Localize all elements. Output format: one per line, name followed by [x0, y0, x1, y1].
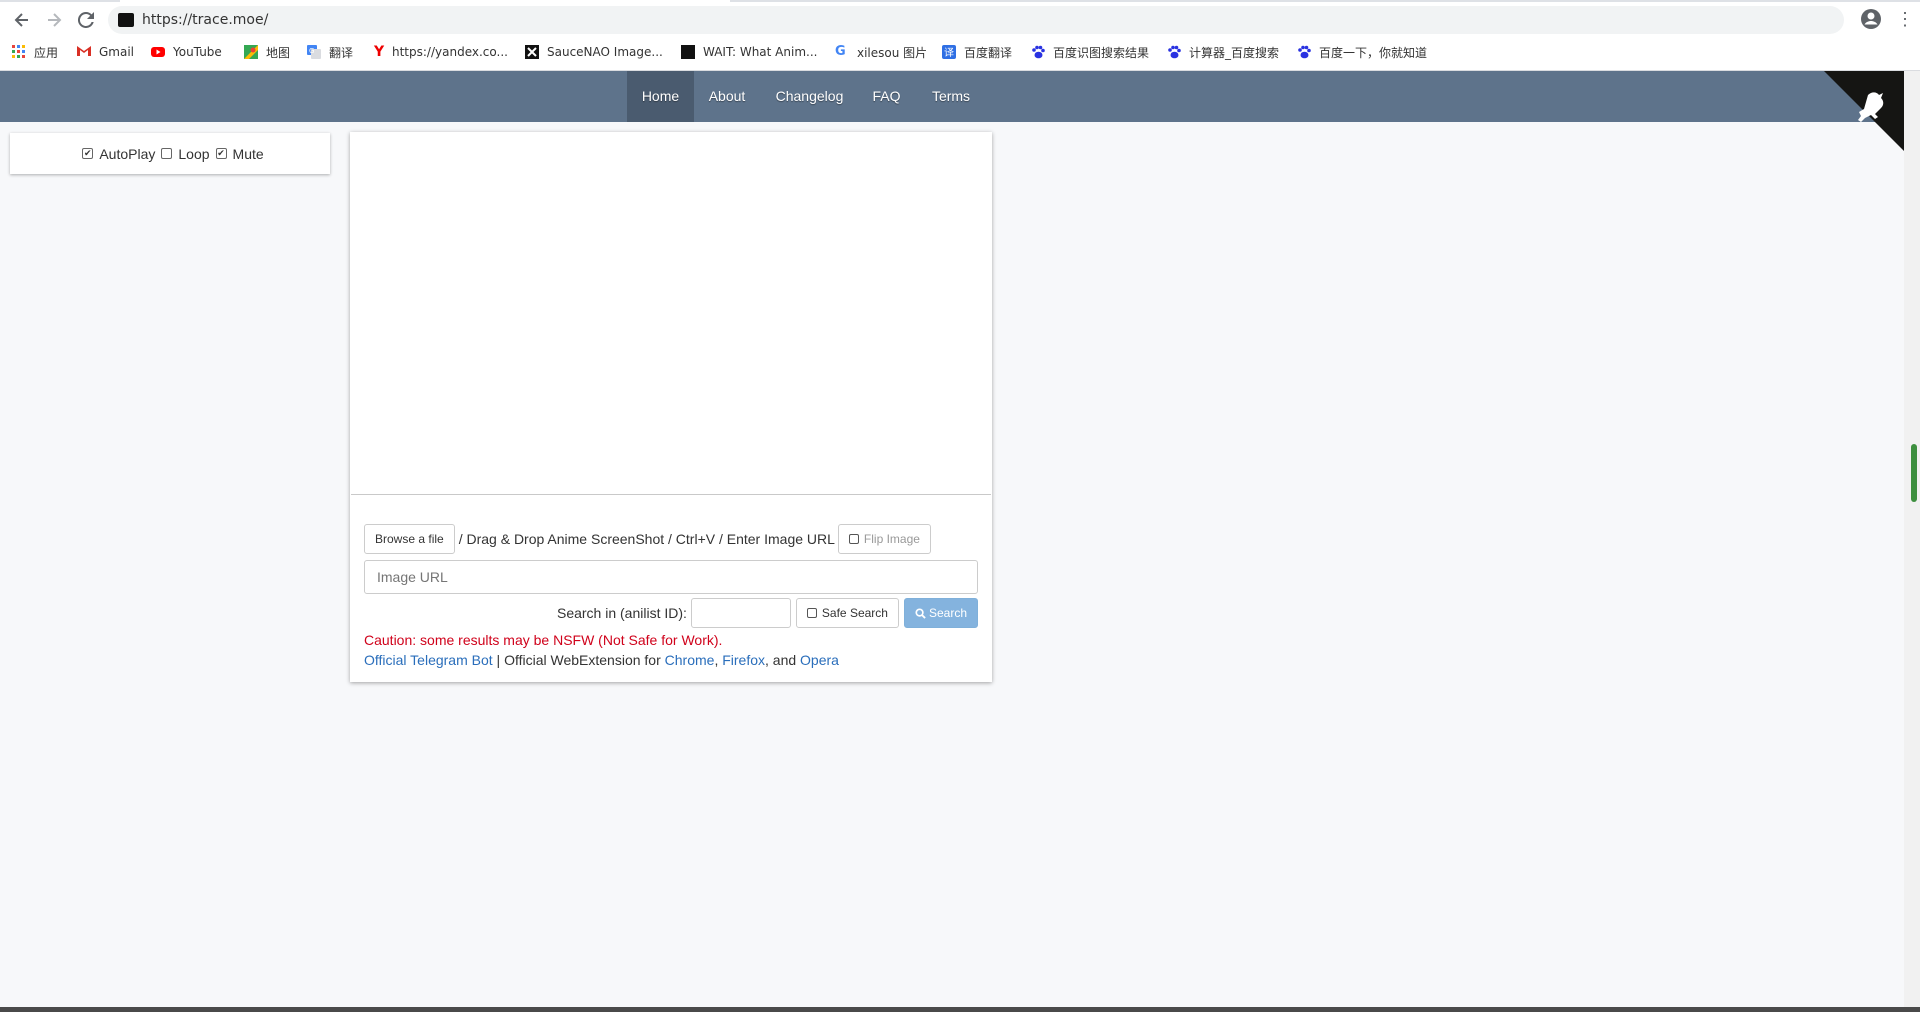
baidu-fanyi-icon: 译	[942, 45, 956, 59]
browser-toolbar: https://trace.moe/ ⋮ 应用 Gmail YouTube 地图…	[0, 0, 1920, 71]
search-card: Browse a file / Drag & Drop Anime Screen…	[350, 132, 992, 682]
browse-file-button[interactable]: Browse a file	[364, 524, 455, 554]
address-bar[interactable]: https://trace.moe/	[108, 6, 1844, 34]
bookmark-label: Gmail	[99, 45, 135, 59]
github-corner-icon[interactable]	[1824, 71, 1904, 151]
bookmark-translate[interactable]: G 翻译	[307, 42, 353, 62]
taskbar-edge	[0, 1007, 1920, 1012]
bookmark-saucenao[interactable]: SauceNAO Image...	[525, 42, 663, 62]
upload-instructions: / Drag & Drop Anime ScreenShot / Ctrl+V …	[458, 531, 835, 547]
scrollbar-thumb[interactable]	[1911, 444, 1917, 502]
yandex-icon: Y	[374, 44, 385, 60]
bookmark-wait[interactable]: WAIT: What Anim...	[681, 42, 817, 62]
image-url-input[interactable]	[364, 560, 978, 594]
svg-text:译: 译	[944, 47, 954, 59]
wait-icon	[681, 45, 695, 59]
player-options-panel: ✔ AutoPlay Loop ✔ Mute	[10, 133, 330, 174]
bookmark-label: xilesou 图片	[857, 45, 928, 60]
safe-search-label: Safe Search	[821, 606, 888, 620]
profile-icon[interactable]	[1860, 8, 1882, 30]
search-button[interactable]: Search	[903, 598, 978, 628]
forward-icon[interactable]	[42, 8, 66, 32]
search-icon	[915, 607, 926, 619]
saucenao-icon	[525, 45, 539, 59]
mute-label: Mute	[232, 145, 264, 162]
nav-home[interactable]: Home	[627, 71, 694, 122]
separator-and: , and	[765, 652, 801, 668]
anilist-label: Search in (anilist ID):	[556, 605, 687, 621]
firefox-link[interactable]: Firefox	[722, 652, 765, 668]
extension-links: Official Telegram Bot | Official WebExte…	[364, 652, 839, 668]
bookmark-label: 地图	[266, 45, 291, 60]
google-icon: G	[835, 44, 846, 59]
nsfw-caution: Caution: some results may be NSFW (Not S…	[364, 632, 723, 648]
bookmark-label: https://yandex.co...	[392, 45, 508, 59]
safe-search-checkbox-icon	[806, 608, 817, 618]
flip-label: Flip Image	[863, 532, 920, 546]
translate-icon: G	[307, 45, 321, 59]
search-options-row: Search in (anilist ID): Safe Search Sear…	[557, 598, 978, 628]
flip-image-button[interactable]: Flip Image	[837, 524, 931, 554]
bookmark-label: SauceNAO Image...	[547, 45, 663, 59]
bookmark-baidu-image[interactable]: 百度识图搜索结果	[1031, 42, 1149, 62]
loop-checkbox[interactable]	[161, 148, 173, 159]
tab-strip	[0, 0, 1920, 2]
bookmark-baidu-home[interactable]: 百度一下，你就知道	[1297, 42, 1427, 62]
nav-terms[interactable]: Terms	[923, 71, 979, 122]
loop-label: Loop	[178, 145, 210, 162]
telegram-bot-link[interactable]: Official Telegram Bot	[364, 652, 493, 668]
gmail-icon	[77, 45, 91, 59]
bookmark-label: WAIT: What Anim...	[703, 45, 818, 59]
image-preview-area[interactable]	[351, 133, 991, 495]
bookmark-xilesou[interactable]: G xilesou 图片	[835, 42, 927, 62]
svg-text:G: G	[309, 47, 314, 55]
address-url[interactable]: https://trace.moe/	[142, 12, 268, 28]
upload-row: Browse a file / Drag & Drop Anime Screen…	[364, 524, 931, 554]
back-icon[interactable]	[10, 8, 34, 32]
bookmark-youtube[interactable]: YouTube	[151, 42, 222, 62]
baidu-icon	[1167, 45, 1181, 59]
bookmark-label: 百度识图搜索结果	[1053, 45, 1150, 60]
chrome-link[interactable]: Chrome	[665, 652, 715, 668]
autoplay-checkbox[interactable]: ✔	[82, 148, 94, 159]
bookmark-label: 百度一下，你就知道	[1319, 45, 1428, 60]
bookmark-maps[interactable]: 地图	[244, 42, 290, 62]
flip-checkbox-icon	[848, 534, 859, 544]
bookmark-label: 翻译	[329, 45, 354, 60]
nav-changelog[interactable]: Changelog	[767, 71, 852, 122]
page-scrollbar[interactable]	[1904, 71, 1920, 1007]
nav-faq[interactable]: FAQ	[863, 71, 910, 122]
baidu-icon	[1031, 45, 1045, 59]
bookmark-yandex[interactable]: Y https://yandex.co...	[374, 42, 508, 62]
nav-about[interactable]: About	[698, 71, 756, 122]
webextension-text: | Official WebExtension for	[492, 652, 665, 668]
bookmark-baidu-calc[interactable]: 计算器_百度搜索	[1167, 42, 1279, 62]
maps-icon	[244, 45, 258, 59]
bookmark-gmail[interactable]: Gmail	[77, 42, 134, 62]
autoplay-label: AutoPlay	[99, 145, 156, 162]
safe-search-button[interactable]: Safe Search	[795, 598, 899, 628]
bookmark-baidu-fanyi[interactable]: 译 百度翻译	[942, 42, 1012, 62]
bookmark-apps[interactable]: 应用	[12, 42, 58, 62]
site-favicon-icon	[118, 13, 134, 27]
anilist-id-input[interactable]	[690, 598, 791, 628]
apps-grid-icon	[12, 45, 26, 59]
bookmark-label: YouTube	[173, 45, 222, 59]
browser-menu-icon[interactable]: ⋮	[1896, 8, 1914, 30]
reload-icon[interactable]	[74, 8, 98, 32]
bookmark-label: 计算器_百度搜索	[1189, 45, 1280, 60]
bookmark-label: 百度翻译	[964, 45, 1013, 60]
opera-link[interactable]: Opera	[800, 652, 839, 668]
mute-checkbox[interactable]: ✔	[215, 148, 227, 159]
youtube-icon	[151, 45, 165, 59]
site-navbar: Home About Changelog FAQ Terms	[0, 71, 1920, 122]
search-label: Search	[928, 606, 967, 620]
bookmarks-bar: 应用 Gmail YouTube 地图 G 翻译 Y https://yande…	[0, 40, 1920, 64]
bookmark-label: 应用	[34, 45, 59, 60]
baidu-icon	[1297, 45, 1311, 59]
